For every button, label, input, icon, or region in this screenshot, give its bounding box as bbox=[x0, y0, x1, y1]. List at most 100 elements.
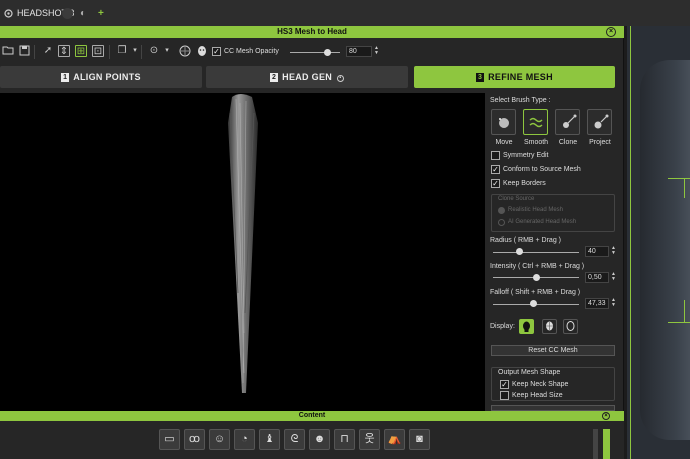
keep-borders-checkbox[interactable]: ✓ bbox=[491, 179, 500, 188]
ai-badge-icon: • bbox=[336, 75, 344, 82]
keep-head-size-label: Keep Head Size bbox=[512, 392, 563, 399]
keep-neck-label: Keep Neck Shape bbox=[512, 381, 569, 388]
background-head-render bbox=[640, 60, 690, 440]
brush-move-button[interactable] bbox=[491, 109, 516, 135]
tab-head-gen[interactable]: 2 HEAD GEN • bbox=[206, 66, 408, 88]
scene-icon[interactable]: ⛺ bbox=[384, 429, 405, 450]
content-title-bar: Content × bbox=[0, 411, 624, 421]
step-label: REFINE MESH bbox=[488, 72, 553, 82]
brush-clone-button[interactable] bbox=[555, 109, 580, 135]
symmetry-edit-checkbox[interactable] bbox=[491, 151, 500, 160]
point-edit-icon[interactable]: ⊞ bbox=[75, 45, 87, 57]
radius-slider-track[interactable] bbox=[493, 252, 579, 253]
actor-icon[interactable]: ꝏ bbox=[184, 429, 205, 450]
head-wire-icon[interactable] bbox=[179, 45, 191, 57]
layers-dropdown-icon[interactable]: ▾ bbox=[129, 45, 141, 57]
keep-head-size-checkbox[interactable] bbox=[500, 391, 509, 400]
brush-project-button[interactable] bbox=[587, 109, 612, 135]
accessory-icon[interactable]: ♝ bbox=[259, 429, 280, 450]
select-arrow-icon[interactable]: ➚ bbox=[42, 45, 54, 57]
focus-dropdown-icon[interactable]: ▾ bbox=[161, 45, 173, 57]
output-mesh-group: Output Mesh Shape ✓ Keep Neck Shape Keep… bbox=[491, 367, 615, 401]
viewport-marker bbox=[684, 178, 685, 198]
dialog-title: HS3 Mesh to Head bbox=[277, 27, 347, 36]
step-label: HEAD GEN bbox=[282, 72, 333, 82]
radius-value-field[interactable]: 40 bbox=[585, 246, 609, 257]
brush-project-label: Project bbox=[589, 139, 611, 146]
intensity-label: Intensity ( Ctrl + RMB + Drag ) bbox=[490, 263, 585, 270]
display-solid-button[interactable] bbox=[519, 319, 534, 334]
conform-checkbox[interactable]: ✓ bbox=[491, 165, 500, 174]
display-label: Display: bbox=[490, 323, 515, 330]
clone-source-group: Clone Source Realistic Head Mesh AI Gene… bbox=[491, 194, 615, 232]
mesh-to-head-dialog: HS3 Mesh to Head × ➚ ⇕ ⊞ ⊡ ❐ ▾ ⊙ ▾ ✓ CC … bbox=[0, 26, 624, 411]
symmetry-edit-label: Symmetry Edit bbox=[503, 152, 549, 159]
frame-icon[interactable]: ⊡ bbox=[92, 45, 104, 57]
layers-icon[interactable]: ❐ bbox=[116, 45, 128, 57]
hair-icon[interactable]: ᘓ bbox=[284, 429, 305, 450]
keep-borders-label: Keep Borders bbox=[503, 180, 546, 187]
focus-icon[interactable]: ⊙ bbox=[148, 45, 160, 57]
morph-icon[interactable]: ☻ bbox=[309, 429, 330, 450]
add-tab-icon[interactable]: + bbox=[98, 8, 104, 19]
viewport-marker bbox=[684, 300, 685, 322]
opacity-slider-track[interactable] bbox=[290, 52, 340, 53]
opacity-spinner[interactable]: ▲ ▼ bbox=[373, 46, 380, 57]
content-side-tab[interactable] bbox=[603, 429, 610, 459]
intensity-spinner[interactable]: ▲ ▼ bbox=[610, 272, 617, 283]
clone-brush-icon bbox=[563, 114, 577, 128]
head-icon[interactable]: ☺ bbox=[209, 429, 230, 450]
save-icon[interactable] bbox=[18, 45, 30, 57]
shield-icon[interactable]: ◐ bbox=[80, 8, 86, 19]
folder-icon[interactable]: ▭ bbox=[159, 429, 180, 450]
chair-icon[interactable]: ⊓ bbox=[334, 429, 355, 450]
content-panel: Content × ▭ ꝏ ☺ ◔ ♝ ᘓ ☻ ⊓ 웃 ⛺ ◙ bbox=[0, 411, 624, 459]
dialog-close-button[interactable]: × bbox=[606, 27, 616, 37]
conform-label: Conform to Source Mesh bbox=[503, 166, 581, 173]
open-folder-icon[interactable] bbox=[2, 45, 14, 57]
radius-slider-knob[interactable] bbox=[515, 248, 523, 255]
cc-mesh-opacity-checkbox[interactable]: ✓ bbox=[212, 47, 221, 56]
content-close-button[interactable]: × bbox=[602, 412, 610, 420]
skin-icon[interactable]: ◔ bbox=[234, 429, 255, 450]
radius-spinner[interactable]: ▲ ▼ bbox=[610, 246, 617, 257]
pose-icon[interactable]: 웃 bbox=[359, 429, 380, 450]
intensity-value-field[interactable]: 0,50 bbox=[585, 272, 609, 283]
falloff-spinner[interactable]: ▲ ▼ bbox=[610, 298, 617, 309]
brush-smooth-label: Smooth bbox=[523, 139, 549, 146]
step-number: 3 bbox=[476, 73, 485, 82]
tab-align-points[interactable]: 1 ALIGN POINTS bbox=[0, 66, 202, 88]
mirror-icon[interactable]: ⇕ bbox=[58, 45, 70, 57]
clone-ai-label: AI Generated Head Mesh bbox=[508, 219, 577, 225]
display-wire-button[interactable] bbox=[542, 319, 557, 334]
head-solid-icon[interactable] bbox=[196, 45, 208, 57]
step-label: ALIGN POINTS bbox=[73, 72, 141, 82]
intensity-slider-knob[interactable] bbox=[533, 274, 540, 281]
reset-cc-mesh-button[interactable]: Reset CC Mesh bbox=[491, 345, 615, 356]
mesh-viewport[interactable] bbox=[0, 93, 485, 411]
dialog-title-bar: HS3 Mesh to Head × bbox=[0, 26, 624, 38]
clone-ai-radio[interactable] bbox=[498, 219, 505, 226]
material-icon[interactable]: ◙ bbox=[409, 429, 430, 450]
falloff-value-field[interactable]: 47,33 bbox=[585, 298, 609, 309]
keep-neck-checkbox[interactable]: ✓ bbox=[500, 380, 509, 389]
opacity-slider-knob[interactable] bbox=[324, 49, 331, 56]
falloff-label: Falloff ( Shift + RMB + Drag ) bbox=[490, 289, 581, 296]
viewport-marker bbox=[668, 322, 690, 323]
brush-move-label: Move bbox=[495, 139, 513, 146]
head-solid-icon bbox=[523, 321, 530, 332]
project-brush-icon bbox=[594, 114, 609, 129]
radius-label: Radius ( RMB + Drag ) bbox=[490, 237, 561, 244]
clone-source-title: Clone Source bbox=[498, 196, 535, 202]
content-scrollbar[interactable] bbox=[593, 429, 598, 459]
clone-realistic-radio[interactable] bbox=[498, 207, 505, 214]
tab-refine-mesh[interactable]: 3 REFINE MESH bbox=[414, 66, 615, 88]
brush-smooth-button[interactable] bbox=[523, 109, 548, 135]
dialog-toolbar: ➚ ⇕ ⊞ ⊡ ❐ ▾ ⊙ ▾ ✓ CC Mesh Opacity 80 ▲ ▼ bbox=[0, 40, 624, 64]
falloff-slider-knob[interactable] bbox=[530, 300, 538, 307]
display-outline-button[interactable] bbox=[563, 319, 578, 334]
opacity-value-field[interactable]: 80 bbox=[346, 46, 372, 57]
brush-type-label: Select Brush Type : bbox=[490, 97, 551, 104]
settings-icon[interactable] bbox=[62, 8, 73, 19]
brush-clone-label: Clone bbox=[558, 139, 578, 146]
